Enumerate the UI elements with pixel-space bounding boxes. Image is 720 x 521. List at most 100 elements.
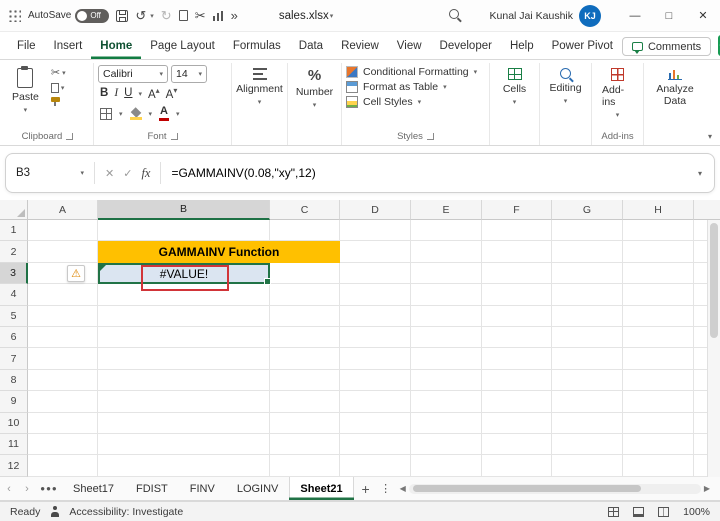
cell[interactable] — [340, 220, 411, 242]
tab-power-pivot[interactable]: Power Pivot — [543, 34, 622, 59]
tab-view[interactable]: View — [388, 34, 431, 59]
format-painter-button[interactable] — [50, 97, 60, 106]
tab-page-layout[interactable]: Page Layout — [141, 34, 224, 59]
cell-styles-dropdown-icon[interactable]: ▾ — [418, 98, 422, 106]
account-button[interactable]: Kunal Jai Kaushik KJ — [490, 4, 601, 27]
cell[interactable] — [28, 369, 98, 392]
row-header-7[interactable]: 7 — [0, 348, 28, 370]
autosave-toggle[interactable]: AutoSave Off — [28, 8, 110, 23]
page-break-view-icon[interactable] — [658, 506, 670, 517]
cell[interactable] — [28, 412, 98, 435]
redo-icon[interactable]: ↻ — [161, 9, 172, 22]
addins-dropdown-icon[interactable]: ▾ — [616, 111, 620, 119]
alignment-button[interactable]: Alignment ▾ — [236, 65, 283, 106]
enter-icon[interactable]: ✓ — [123, 167, 132, 180]
cells-button[interactable]: Cells ▾ — [494, 65, 535, 106]
cell[interactable] — [270, 327, 340, 349]
name-box[interactable]: B3 ▾ — [6, 167, 94, 179]
cell[interactable] — [270, 284, 340, 306]
cell[interactable] — [482, 391, 552, 413]
maximize-button[interactable]: □ — [652, 0, 686, 31]
page-layout-view-icon[interactable] — [633, 506, 645, 517]
row-header-12[interactable]: 12 — [0, 455, 28, 477]
insert-function-icon[interactable]: fx — [141, 166, 150, 181]
column-header-G[interactable]: G — [552, 200, 623, 220]
cell[interactable] — [552, 327, 623, 349]
qat-overflow-icon[interactable]: » — [231, 9, 238, 22]
italic-button[interactable]: I — [114, 88, 118, 100]
new-sheet-button[interactable]: + — [354, 477, 378, 500]
row-header-8[interactable]: 8 — [0, 369, 28, 392]
cell[interactable] — [482, 241, 552, 263]
cell[interactable] — [411, 305, 482, 328]
cell[interactable] — [411, 391, 482, 413]
cell[interactable] — [623, 327, 694, 349]
sheet-nav-right-icon[interactable]: › — [18, 477, 36, 500]
cell[interactable] — [482, 262, 552, 285]
row-header-10[interactable]: 10 — [0, 412, 28, 435]
zoom-level[interactable]: 100% — [683, 506, 710, 518]
sheet-nav-left-icon[interactable]: ‹ — [0, 477, 18, 500]
cell[interactable] — [552, 412, 623, 435]
cell[interactable] — [623, 284, 694, 306]
row-header-5[interactable]: 5 — [0, 305, 28, 328]
cell[interactable] — [623, 369, 694, 392]
font-color-dropdown-icon[interactable]: ▾ — [176, 110, 180, 118]
row-header-11[interactable]: 11 — [0, 434, 28, 456]
format-as-table-dropdown-icon[interactable]: ▾ — [443, 83, 447, 91]
banner-cell-b2[interactable]: GAMMAINV Function — [98, 241, 340, 263]
search-button[interactable] — [448, 9, 459, 22]
fill-color-icon[interactable] — [129, 108, 142, 120]
sheet-tab-sheet17[interactable]: Sheet17 — [62, 477, 125, 500]
cell[interactable] — [482, 369, 552, 392]
sheet-options-icon[interactable]: ⋮ — [378, 477, 394, 500]
cell[interactable] — [482, 348, 552, 370]
cell[interactable] — [482, 434, 552, 456]
cell[interactable] — [482, 327, 552, 349]
cell[interactable] — [552, 455, 623, 477]
undo-icon[interactable]: ↺ — [135, 9, 146, 22]
underline-dropdown-icon[interactable]: ▾ — [138, 90, 142, 98]
cell[interactable] — [482, 455, 552, 477]
cell[interactable] — [411, 327, 482, 349]
cell[interactable] — [270, 348, 340, 370]
column-header-E[interactable]: E — [411, 200, 482, 220]
cell[interactable] — [340, 434, 411, 456]
row-header-6[interactable]: 6 — [0, 327, 28, 349]
cell[interactable] — [28, 348, 98, 370]
tab-developer[interactable]: Developer — [431, 34, 501, 59]
sheet-tab-sheet21[interactable]: Sheet21 — [289, 477, 354, 500]
cell[interactable] — [270, 305, 340, 328]
undo-dropdown-icon[interactable]: ▾ — [150, 12, 154, 20]
formula-input[interactable]: =GAMMAINV(0.08,"xy",12) — [161, 166, 315, 180]
cell[interactable] — [98, 391, 270, 413]
number-dropdown-icon[interactable]: ▾ — [313, 101, 317, 109]
selected-cell-b3[interactable]: #VALUE! — [98, 262, 271, 285]
cell[interactable] — [552, 305, 623, 328]
cell[interactable] — [552, 284, 623, 306]
addins-button[interactable]: Add-ins ▾ — [596, 65, 639, 119]
sheet-list-dots-icon[interactable]: ●●● — [36, 477, 62, 500]
name-box-dropdown-icon[interactable]: ▾ — [80, 169, 84, 177]
font-size-dropdown-icon[interactable]: ▾ — [198, 70, 202, 78]
font-dialog-launcher-icon[interactable] — [170, 133, 178, 140]
cell[interactable] — [411, 284, 482, 306]
cell[interactable] — [552, 434, 623, 456]
grow-font-button[interactable]: A▴ — [148, 87, 160, 101]
clipboard-dialog-launcher-icon[interactable] — [66, 133, 74, 140]
cell[interactable] — [411, 369, 482, 392]
cell[interactable] — [28, 434, 98, 456]
qat-chart-icon[interactable] — [212, 10, 224, 21]
cell[interactable] — [340, 412, 411, 435]
font-color-icon[interactable]: A — [159, 106, 169, 122]
cell[interactable] — [623, 305, 694, 328]
cell[interactable] — [411, 434, 482, 456]
column-header-D[interactable]: D — [340, 200, 411, 220]
cell[interactable] — [340, 305, 411, 328]
cell[interactable] — [28, 220, 98, 242]
cell[interactable] — [623, 434, 694, 456]
cut-button[interactable]: ✂ ▾ — [51, 68, 66, 79]
sheet-tab-loginv[interactable]: LOGINV — [226, 477, 290, 500]
cell[interactable] — [270, 369, 340, 392]
row-header-1[interactable]: 1 — [0, 220, 28, 242]
